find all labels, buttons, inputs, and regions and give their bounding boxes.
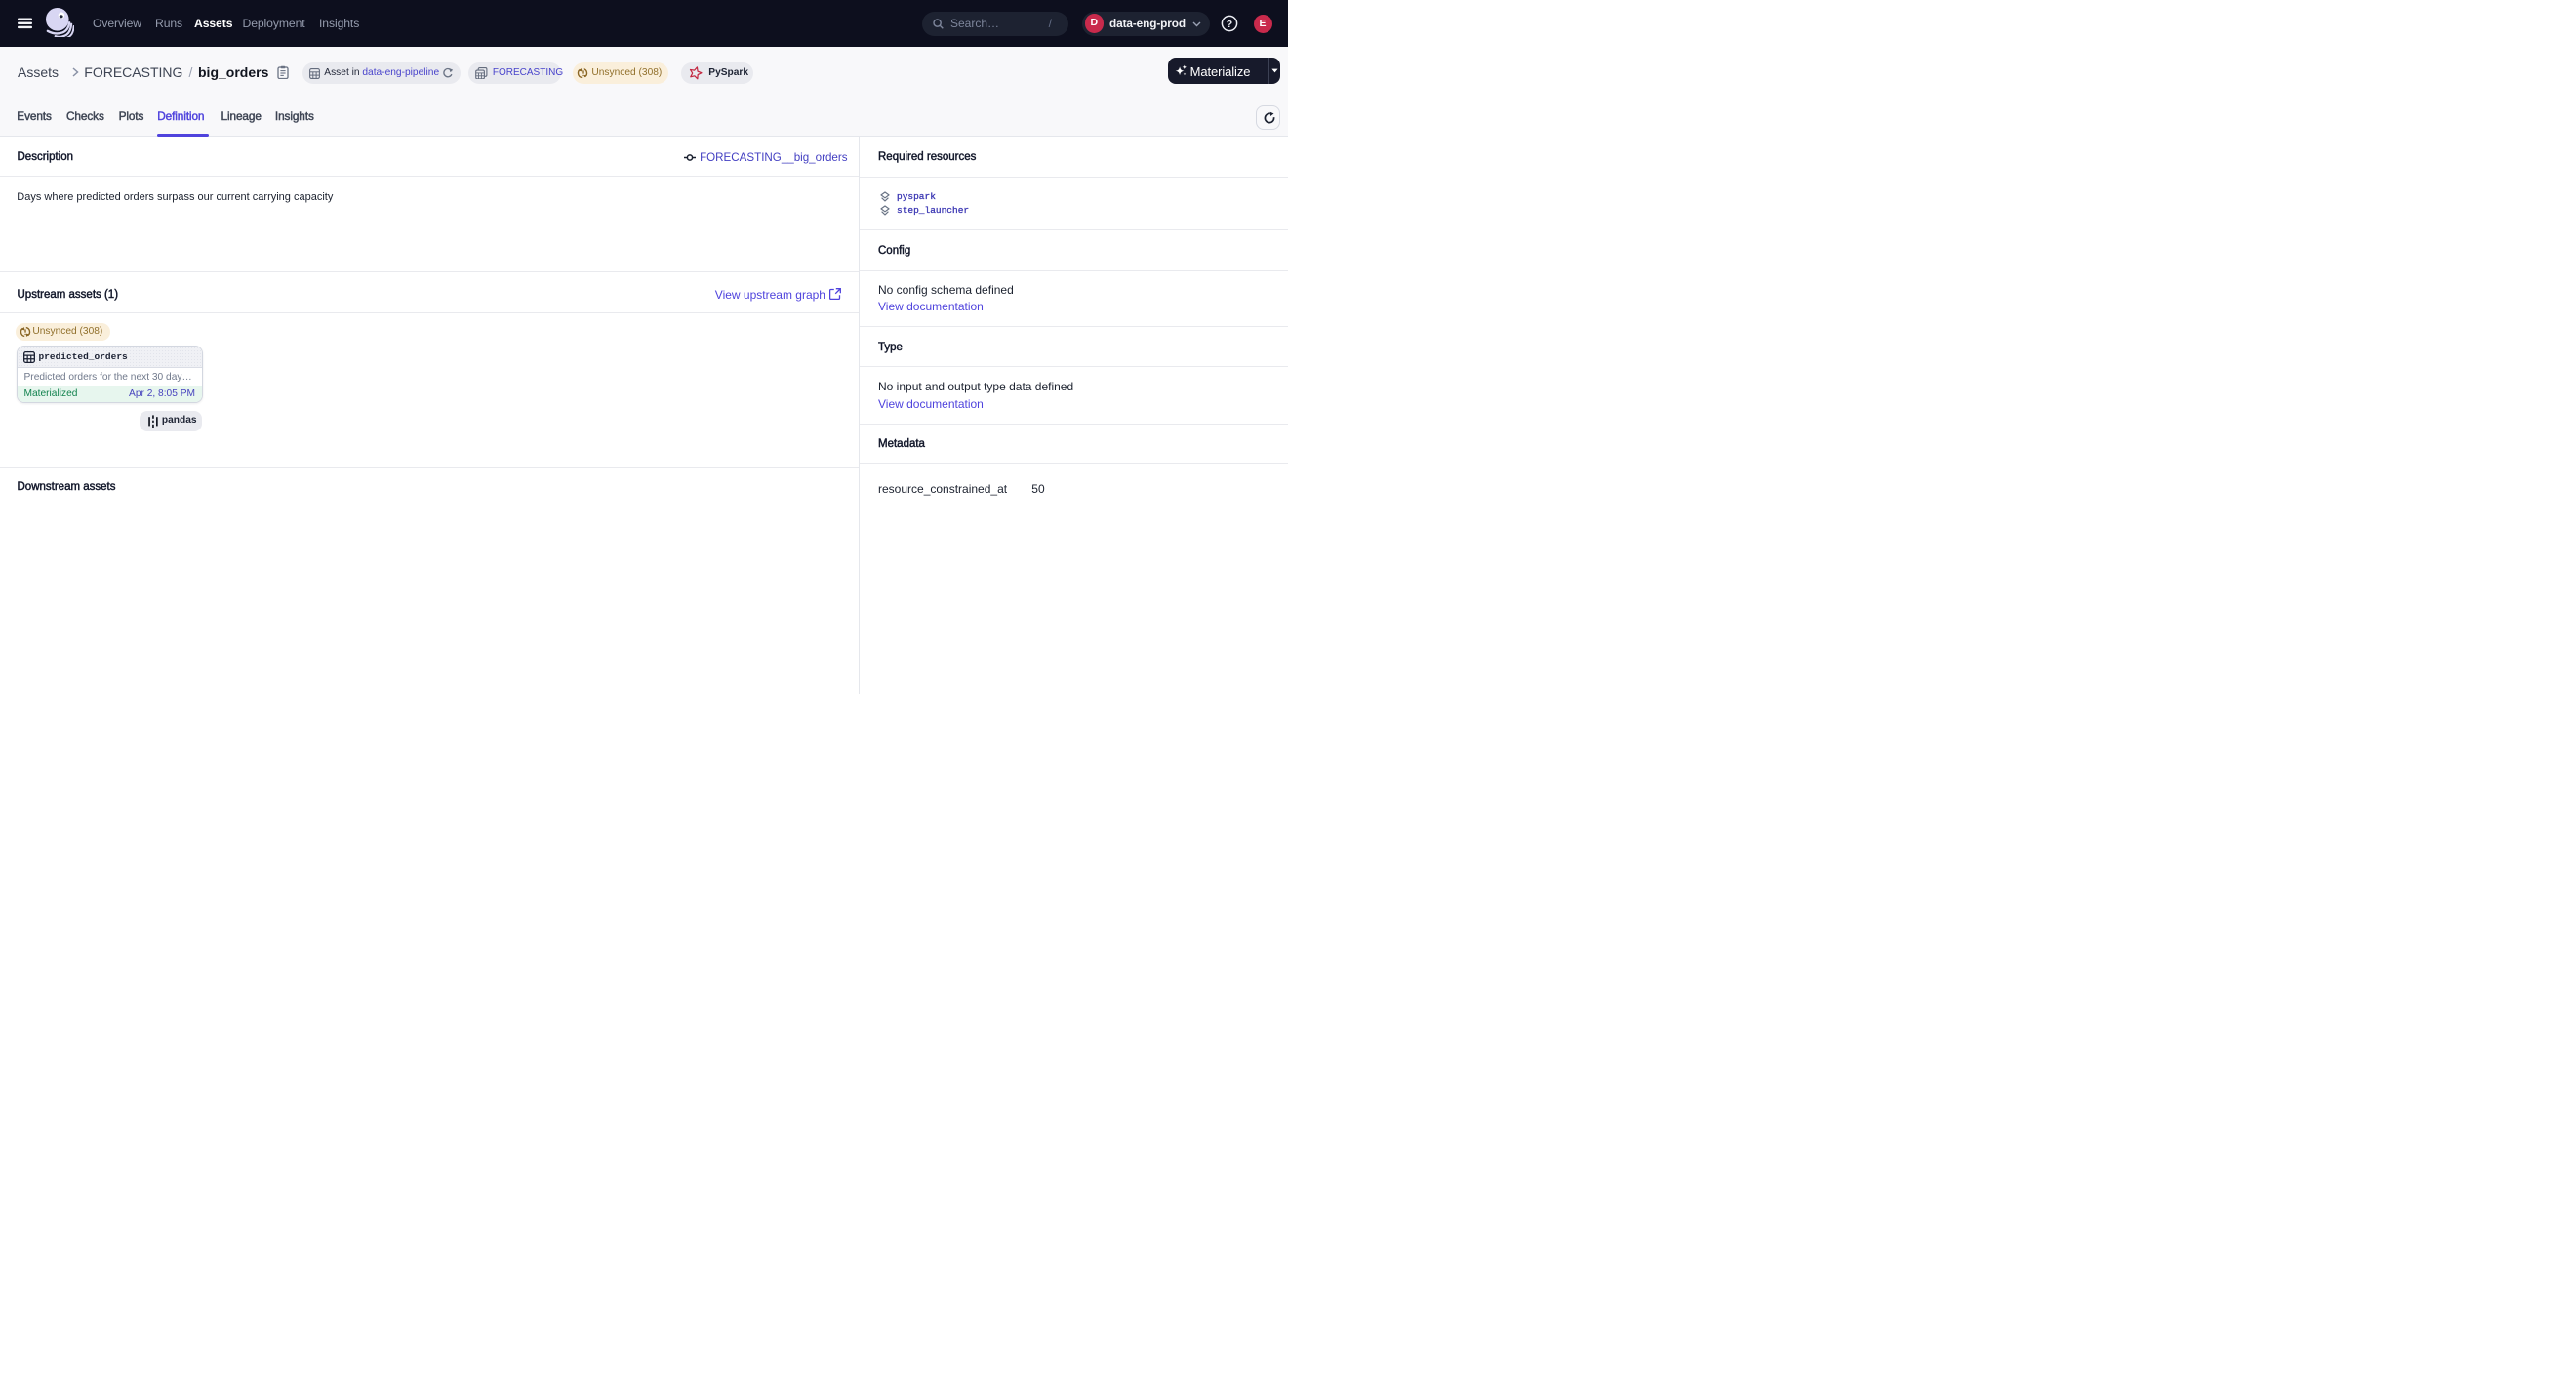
svg-text:?: ? — [1226, 19, 1231, 30]
